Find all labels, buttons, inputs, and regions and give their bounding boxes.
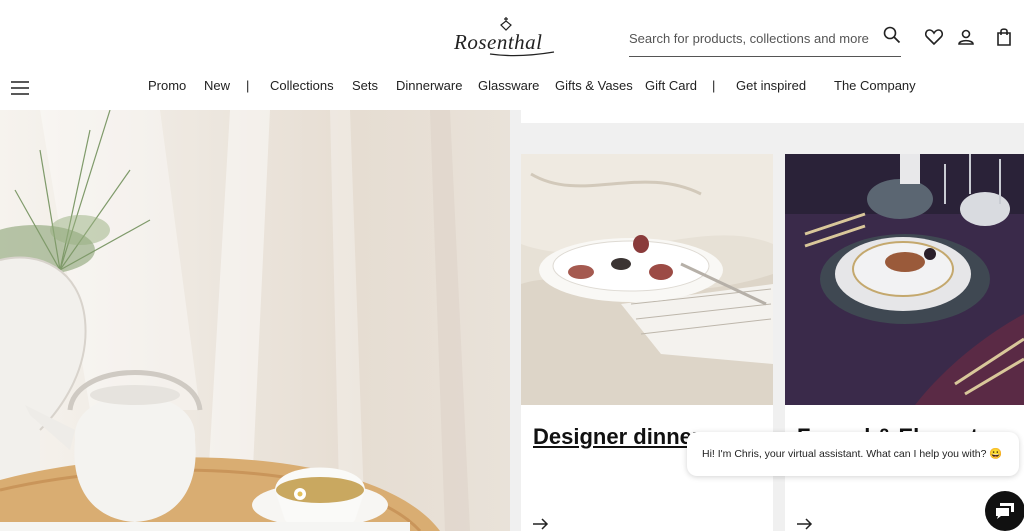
menu-icon[interactable]: [11, 80, 29, 96]
shopping-bag-icon[interactable]: [994, 27, 1014, 47]
nav-item-dinnerware[interactable]: Dinnerware: [396, 78, 462, 93]
search-bar: [629, 22, 901, 57]
nav-separator: |: [712, 78, 716, 93]
card-image-formal-elegant: [785, 154, 1024, 405]
nav-item-glassware[interactable]: Glassware: [478, 78, 539, 93]
user-icon[interactable]: [956, 27, 976, 47]
search-input[interactable]: [629, 26, 869, 50]
nav-item-the-company[interactable]: The Company: [834, 78, 916, 93]
arrow-right-icon[interactable]: [533, 518, 549, 530]
nav-item-get-inspired[interactable]: Get inspired: [736, 78, 806, 93]
chat-launcher-button[interactable]: [985, 491, 1024, 531]
nav-item-sets[interactable]: Sets: [352, 78, 378, 93]
chat-icon: [996, 503, 1014, 519]
card-image-designer-dinner: [521, 154, 773, 405]
nav-item-promo[interactable]: Promo: [148, 78, 186, 93]
arrow-right-icon[interactable]: [797, 518, 813, 530]
brand-logo[interactable]: Rosenthal: [448, 16, 560, 58]
card-title: Designer dinner: [533, 424, 701, 449]
hero-image[interactable]: [0, 110, 510, 531]
nav-item-collections[interactable]: Collections: [270, 78, 334, 93]
top-panel: [521, 110, 1024, 123]
logo-swoosh: [489, 51, 555, 57]
nav-item-gifts-vases[interactable]: Gifts & Vases: [555, 78, 633, 93]
nav-separator: |: [246, 78, 250, 93]
search-icon[interactable]: [883, 26, 901, 44]
heart-icon[interactable]: [924, 27, 944, 47]
hero-illustration: [0, 110, 470, 531]
chat-message-bubble[interactable]: Hi! I'm Chris, your virtual assistant. W…: [687, 432, 1019, 476]
nav-item-gift-card[interactable]: Gift Card: [645, 78, 697, 93]
site-header: Rosenthal Promo New | Collections Sets D…: [0, 0, 1024, 110]
nav-item-new[interactable]: New: [204, 78, 230, 93]
chat-message-text: Hi! I'm Chris, your virtual assistant. W…: [702, 448, 1003, 460]
